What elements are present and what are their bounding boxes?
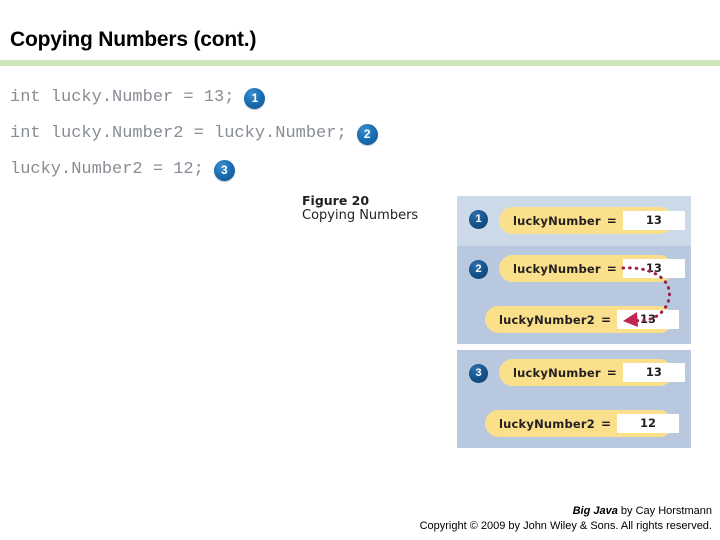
code-line-text: int lucky.Number = 13; [10, 88, 235, 107]
panel-badge-2: 2 [469, 260, 488, 279]
panel-badge-3: 3 [469, 364, 488, 383]
figure-diagram: Figure 20 Copying Numbers 1 luckyNumber … [290, 188, 695, 458]
variable-box: luckyNumber = 13 [499, 359, 685, 386]
variable-value: 13 [622, 363, 685, 382]
step-badge-3: 3 [213, 159, 235, 181]
footer-attribution: Big Java by Cay Horstmann [0, 504, 712, 519]
equals-sign: = [601, 416, 612, 431]
code-line: int lucky.Number = 13; 1 [10, 80, 450, 116]
variable-name: luckyNumber [513, 261, 601, 276]
variable-name: luckyNumber2 [499, 312, 595, 327]
step-badge-1: 1 [244, 87, 266, 109]
panel-badge-1: 1 [469, 210, 488, 229]
variable-name: luckyNumber [513, 365, 601, 380]
equals-sign: = [606, 365, 617, 380]
equals-sign: = [601, 312, 612, 327]
figure-panel-2: 2 luckyNumber = 13 luckyNumber2 = 13 [457, 246, 691, 344]
author-byline: by Cay Horstmann [617, 505, 712, 517]
title-divider [0, 60, 720, 66]
code-line-text: int lucky.Number2 = lucky.Number; [10, 124, 347, 143]
code-line-text: lucky.Number2 = 12; [10, 160, 204, 179]
code-line: int lucky.Number2 = lucky.Number; 2 [10, 116, 450, 152]
figure-panel-1: 1 luckyNumber = 13 [457, 196, 691, 246]
page-title: Copying Numbers (cont.) [10, 28, 257, 51]
book-title: Big Java [572, 505, 618, 517]
figure-panel-3: 3 luckyNumber = 13 luckyNumber2 = 12 [457, 350, 691, 448]
variable-value: 12 [617, 414, 680, 433]
variable-name: luckyNumber [513, 213, 601, 228]
footer: Big Java by Cay Horstmann Copyright © 20… [0, 504, 712, 534]
equals-sign: = [606, 261, 617, 276]
code-line: lucky.Number2 = 12; 3 [10, 152, 450, 188]
variable-box: luckyNumber = 13 [499, 255, 685, 282]
figure-title: Copying Numbers [302, 208, 419, 223]
variable-value: 13 [622, 211, 685, 230]
figure-number: Figure 20 [302, 193, 370, 208]
figure-caption: Figure 20 Copying Numbers [302, 193, 452, 223]
footer-copyright: Copyright © 2009 by John Wiley & Sons. A… [419, 520, 712, 532]
equals-sign: = [606, 213, 617, 228]
variable-box: luckyNumber2 = 12 [485, 410, 680, 437]
step-badge-2: 2 [356, 123, 378, 145]
code-block: int lucky.Number = 13; 1 int lucky.Number… [10, 80, 450, 188]
variable-value: 13 [617, 310, 680, 329]
variable-value: 13 [622, 259, 685, 278]
variable-box: luckyNumber2 = 13 [485, 306, 680, 333]
variable-box: luckyNumber = 13 [499, 207, 685, 234]
variable-name: luckyNumber2 [499, 416, 595, 431]
